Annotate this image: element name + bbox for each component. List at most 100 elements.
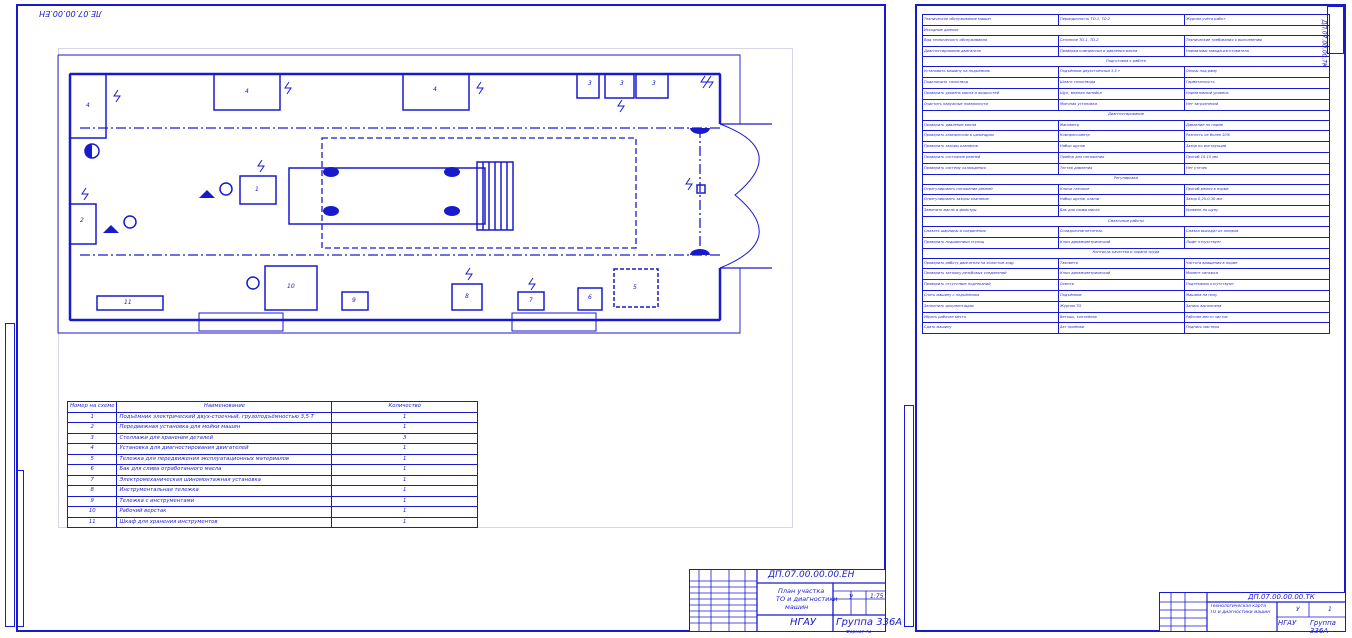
tech-row: Заполнить документацию Журнал ТО Запись вы… [922,300,1330,313]
tech-cell: Прогиб ремня в норме [1184,183,1330,196]
legend-name: Инструментальная тележка [116,485,333,497]
tech-cell: Проверить подшипники ступиц [922,236,1059,249]
legend-num: 5 [66,453,118,465]
right-stamp-title-2: ТО и диагностики машин [1210,610,1271,615]
tech-cell: Акт приёмки [1058,322,1185,335]
legend-name: Передвижная установка для мойки машин [116,422,333,434]
left-stamp-lit: У [849,593,854,601]
legend-qty: 1 [331,474,478,486]
tech-section-title: Контроль качества и охрана труда [922,247,1330,259]
legend-row: 9 Тележка с инструментами 1 [66,495,478,507]
tech-row: Подключить газоотвод Шланг газоотвода Герм… [922,77,1330,89]
left-stamp-title-2: ТО и диагностики [776,595,838,603]
tech-cell: Набор щупов [1058,141,1185,153]
plan-label: 4 [433,86,437,93]
tech-cell: Бак для слива масла [1058,205,1185,217]
right-side-strip [904,405,914,627]
tech-cell: Проверить работу двигателя на холостом х… [922,257,1059,270]
legend-name: Тележка с инструментами [116,495,333,507]
right-stamp-org: НГАУ [1278,619,1297,627]
plan-label: 3 [620,80,624,87]
legend-num: 3 [66,432,118,444]
plan-label: 2 [80,217,84,224]
legend-num: 2 [66,422,118,434]
legend-row: 4 Установка для диагностирования двигател… [66,443,478,455]
legend-qty: 1 [331,516,478,528]
tech-cell: Уровень по щупу [1184,205,1330,217]
tech-cell: Проверить затяжку резьбовых соединений [922,268,1059,281]
plan-label: 1 [255,186,259,193]
tech-cell: Момент затяжки [1184,268,1330,281]
tech-cell: Исходные данные [922,24,1330,36]
right-stamp-group: Группа 336А [1310,619,1336,635]
tech-row: Проверить подшипники ступиц Ключ динамоме… [922,236,1330,249]
tech-row: Очистить наружные поверхности Моечная уст… [922,98,1330,111]
tech-cell: Установить машину на подъёмник [922,66,1059,79]
legend-row: 10 Рабочий верстак 1 [66,506,478,518]
tech-cell: Снять машину с подъёмника [922,289,1059,302]
tech-cell: Тестер давления [1058,162,1185,175]
legend-row: 1 Подъёмник электрический двух-стоечный, … [66,411,478,423]
tech-cell: Проверить уровень масла и жидкостей [922,87,1059,100]
tech-cell: Зазор 0,25-0,30 мм [1184,194,1330,207]
tech-cell: Шланг газоотвода [1058,77,1185,89]
tech-cell: Подъёмник двухстоечный 3,5 т [1058,66,1185,79]
tech-cell: Отрегулировать зазоры клапанов [922,194,1059,207]
legend-row: 6 Бак для слива отработанного масла 1 [66,464,478,476]
tech-row: Проверить уровень масла и жидкостей Щуп, … [922,87,1330,100]
legend-num: 1 [66,411,118,423]
plan-label: 11 [124,299,132,306]
tech-cell: Подготовка к работе [922,56,1330,68]
legend-num: 4 [66,443,118,455]
tech-cell: Рабочее место чистое [1184,311,1330,324]
plan-label: 8 [465,293,469,300]
tech-cell: Ключи гаечные [1058,183,1185,196]
legend-row: 5 Тележка для передвижения эксплуатационн… [66,453,478,465]
tech-cell: Тахометр [1058,257,1185,270]
tech-row: Сдать машину Акт приёмки Подпись мастера [922,322,1330,335]
right-stamp-title-1: Технологическая карта [1210,604,1267,609]
legend-qty: 1 [331,443,478,455]
tech-cell: Солидолонагнетатель [1058,225,1185,238]
tech-cell: Очистить наружные поверхности [922,98,1059,111]
left-stamp-title-1: План участка [778,587,825,595]
tech-cell: Сезонное ТО-1, ТО-2 [1058,34,1185,47]
legend-num: 11 [66,516,118,528]
tech-cell: Зазор по инструкции [1184,141,1330,153]
tech-row: Проверить работу двигателя на холостом х… [922,257,1330,270]
tech-cell: Подтекания отсутствуют [1184,279,1330,291]
plan-label: 3 [652,80,656,87]
legend-num: 6 [66,464,118,476]
tech-row: Проверить затяжку резьбовых соединений Кл… [922,268,1330,281]
legend-row: 11 Шкаф для хранения инструментов 1 [66,516,478,528]
right-stamp-lit: У [1296,606,1300,613]
tech-cell: Нет утечек [1184,162,1330,175]
tech-row: Установить машину на подъёмник Подъёмник … [922,66,1330,79]
legend-header-num: Номер на схеме [66,401,118,413]
tech-cell: Проверить зазоры клапанов [922,141,1059,153]
tech-cell: Диагностирование [922,109,1330,121]
tech-cell: Нет загрязнений [1184,98,1330,111]
plan-label: 6 [588,294,592,301]
legend-row: 2 Передвижная установка для мойки машин 1 [66,422,478,434]
legend-qty: 1 [331,495,478,507]
tech-cell: Диагностирование двигателя [922,45,1059,58]
tech-cell: Частота вращения в норме [1184,257,1330,270]
tech-cell: Нормативы завода-изготовителя [1184,45,1330,58]
tech-cell: Подключить газоотвод [922,77,1059,89]
tech-row: Проверить состояние ремней Прибор для нат… [922,151,1330,164]
tech-card-table: Техническое обслуживание машин Периодично… [922,14,1330,335]
legend-header-row: Номер на схеме Наименование Количество [66,401,478,413]
tech-cell: Проверить отсутствие подтеканий [922,279,1059,291]
tech-cell: Смазка выходит из зазоров [1184,225,1330,238]
tech-cell: Щуп, мерная линейка [1058,87,1185,100]
tech-row: Снять машину с подъёмника Подъёмник Машина… [922,289,1330,302]
plan-label: 7 [529,297,533,304]
tech-section-title: Диагностирование [922,109,1330,121]
tech-cell: Ключ динамометрический [1058,268,1185,281]
right-stamp-code: ДП.07.00.00.00.ТК [1248,593,1315,601]
tech-cell: Журнал ТО [1058,300,1185,313]
legend-num: 9 [66,495,118,507]
plan-label: 4 [86,102,90,109]
legend-qty: 1 [331,506,478,518]
